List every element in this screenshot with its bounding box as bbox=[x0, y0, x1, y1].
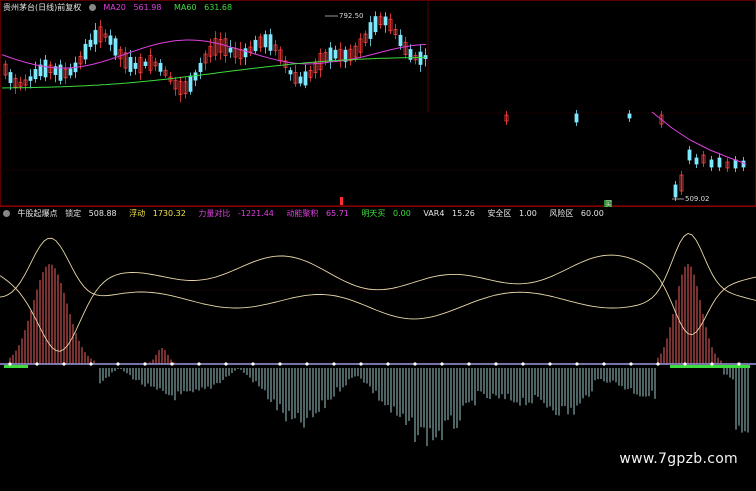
bottom-panel-header: 牛股起爆点 锁定 508.88 浮动 1730.32 力量对比 -1221.44… bbox=[3, 209, 614, 219]
watermark: www.7gpzb.com bbox=[619, 451, 738, 467]
signal-dot bbox=[521, 362, 525, 366]
signal-dot bbox=[737, 362, 741, 366]
candle-body bbox=[373, 16, 378, 33]
signal-dot bbox=[197, 362, 201, 366]
field-var4: VAR4 15.26 bbox=[423, 209, 475, 218]
signal-dot bbox=[251, 362, 255, 366]
field-power: 力量对比 -1221.44 bbox=[198, 209, 274, 218]
signal-band bbox=[670, 365, 750, 368]
ma20-line bbox=[651, 111, 747, 165]
marker-bar bbox=[340, 197, 343, 205]
candle-body bbox=[198, 62, 203, 73]
ma20-label: MA20 561.98 bbox=[103, 3, 162, 12]
chart-stage: 792.50 509.02 买 贵州茅台(日线)前复权 MA20 561.98 MA… bbox=[0, 0, 756, 487]
signal-dot bbox=[413, 362, 417, 366]
candle-body bbox=[627, 113, 632, 119]
signal-dot bbox=[467, 362, 471, 366]
signal-dot bbox=[89, 362, 93, 366]
candle-body bbox=[228, 47, 233, 53]
candle-body bbox=[193, 72, 198, 81]
candle-body bbox=[158, 62, 163, 72]
signal-dot bbox=[143, 362, 147, 366]
candle-body bbox=[328, 47, 333, 62]
signal-dot bbox=[170, 362, 174, 366]
signal-dot bbox=[629, 362, 633, 366]
signal-band bbox=[4, 365, 28, 368]
signal-dot bbox=[116, 362, 120, 366]
candle-body bbox=[333, 49, 338, 59]
high-price-label: 792.50 bbox=[339, 12, 364, 20]
candle-body bbox=[253, 39, 258, 52]
candle-body bbox=[694, 157, 699, 165]
candle-body bbox=[398, 34, 403, 46]
signal-dot bbox=[494, 362, 498, 366]
signal-dot bbox=[35, 362, 39, 366]
signal-dot bbox=[224, 362, 228, 366]
signal-dot bbox=[602, 362, 606, 366]
candle-body bbox=[128, 57, 133, 72]
candle-body bbox=[298, 76, 303, 84]
candle-body bbox=[418, 51, 423, 65]
candle-body bbox=[113, 38, 118, 56]
candle-body bbox=[68, 68, 73, 76]
signal-dot bbox=[710, 362, 714, 366]
candle-body bbox=[58, 64, 63, 81]
candle-body bbox=[8, 72, 13, 84]
candle-body bbox=[268, 34, 273, 51]
candle-body bbox=[133, 62, 138, 69]
candle-body bbox=[574, 113, 579, 123]
signal-dot bbox=[359, 362, 363, 366]
candle-body bbox=[303, 71, 308, 86]
candle-body bbox=[143, 61, 148, 66]
settings-dot-icon[interactable] bbox=[88, 4, 96, 11]
candle-body bbox=[43, 59, 48, 78]
signal-dot bbox=[656, 362, 660, 366]
low-price-label: 509.02 bbox=[685, 195, 710, 203]
signal-dot bbox=[440, 362, 444, 366]
candle-body bbox=[93, 29, 98, 45]
signal-dot bbox=[332, 362, 336, 366]
signal-dot bbox=[278, 362, 282, 366]
candle-body bbox=[368, 22, 373, 39]
field-float: 浮动 1730.32 bbox=[129, 209, 186, 218]
candle-body bbox=[709, 159, 714, 168]
candle-body bbox=[28, 76, 33, 81]
top-panel-frame bbox=[0, 0, 756, 207]
field-buy-tomorrow: 明天买 0.00 bbox=[361, 209, 411, 218]
candle-body bbox=[741, 160, 746, 168]
signal-dot bbox=[386, 362, 390, 366]
signal-dot bbox=[575, 362, 579, 366]
signal-dot bbox=[62, 362, 66, 366]
signal-dot bbox=[8, 362, 12, 366]
chart-canvas: 792.50 509.02 买 bbox=[0, 0, 756, 446]
signal-dot bbox=[683, 362, 687, 366]
candle-body bbox=[88, 39, 93, 47]
candle-body bbox=[33, 69, 38, 80]
field-lock: 锁定 508.88 bbox=[65, 209, 117, 218]
candle-body bbox=[38, 64, 43, 77]
candle-body bbox=[733, 159, 738, 169]
candle-body bbox=[83, 43, 88, 60]
candle-body bbox=[717, 157, 722, 168]
top-panel-header: 贵州茅台(日线)前复权 MA20 561.98 MA60 631.68 bbox=[3, 3, 242, 13]
candle-body bbox=[687, 149, 692, 161]
signal-dot bbox=[305, 362, 309, 366]
bottom-panel-title: 牛股起爆点 bbox=[17, 209, 58, 218]
field-safe-zone: 安全区 1.00 bbox=[487, 209, 537, 218]
candle-body bbox=[263, 34, 268, 48]
candle-body bbox=[108, 35, 113, 45]
buy-marker-text: 买 bbox=[605, 200, 612, 208]
candle-body bbox=[673, 184, 678, 198]
signal-dot bbox=[548, 362, 552, 366]
field-momentum: 动能聚积 65.71 bbox=[286, 209, 349, 218]
field-risk-zone: 风险区 60.00 bbox=[549, 209, 604, 218]
candle-body bbox=[243, 48, 248, 58]
top-panel-title: 贵州茅台(日线)前复权 bbox=[3, 3, 82, 12]
candle-body bbox=[288, 70, 293, 75]
candle-body bbox=[188, 75, 193, 92]
settings-dot-icon[interactable] bbox=[3, 210, 10, 217]
candle-body bbox=[383, 16, 388, 26]
ma60-label: MA60 631.68 bbox=[174, 3, 233, 12]
